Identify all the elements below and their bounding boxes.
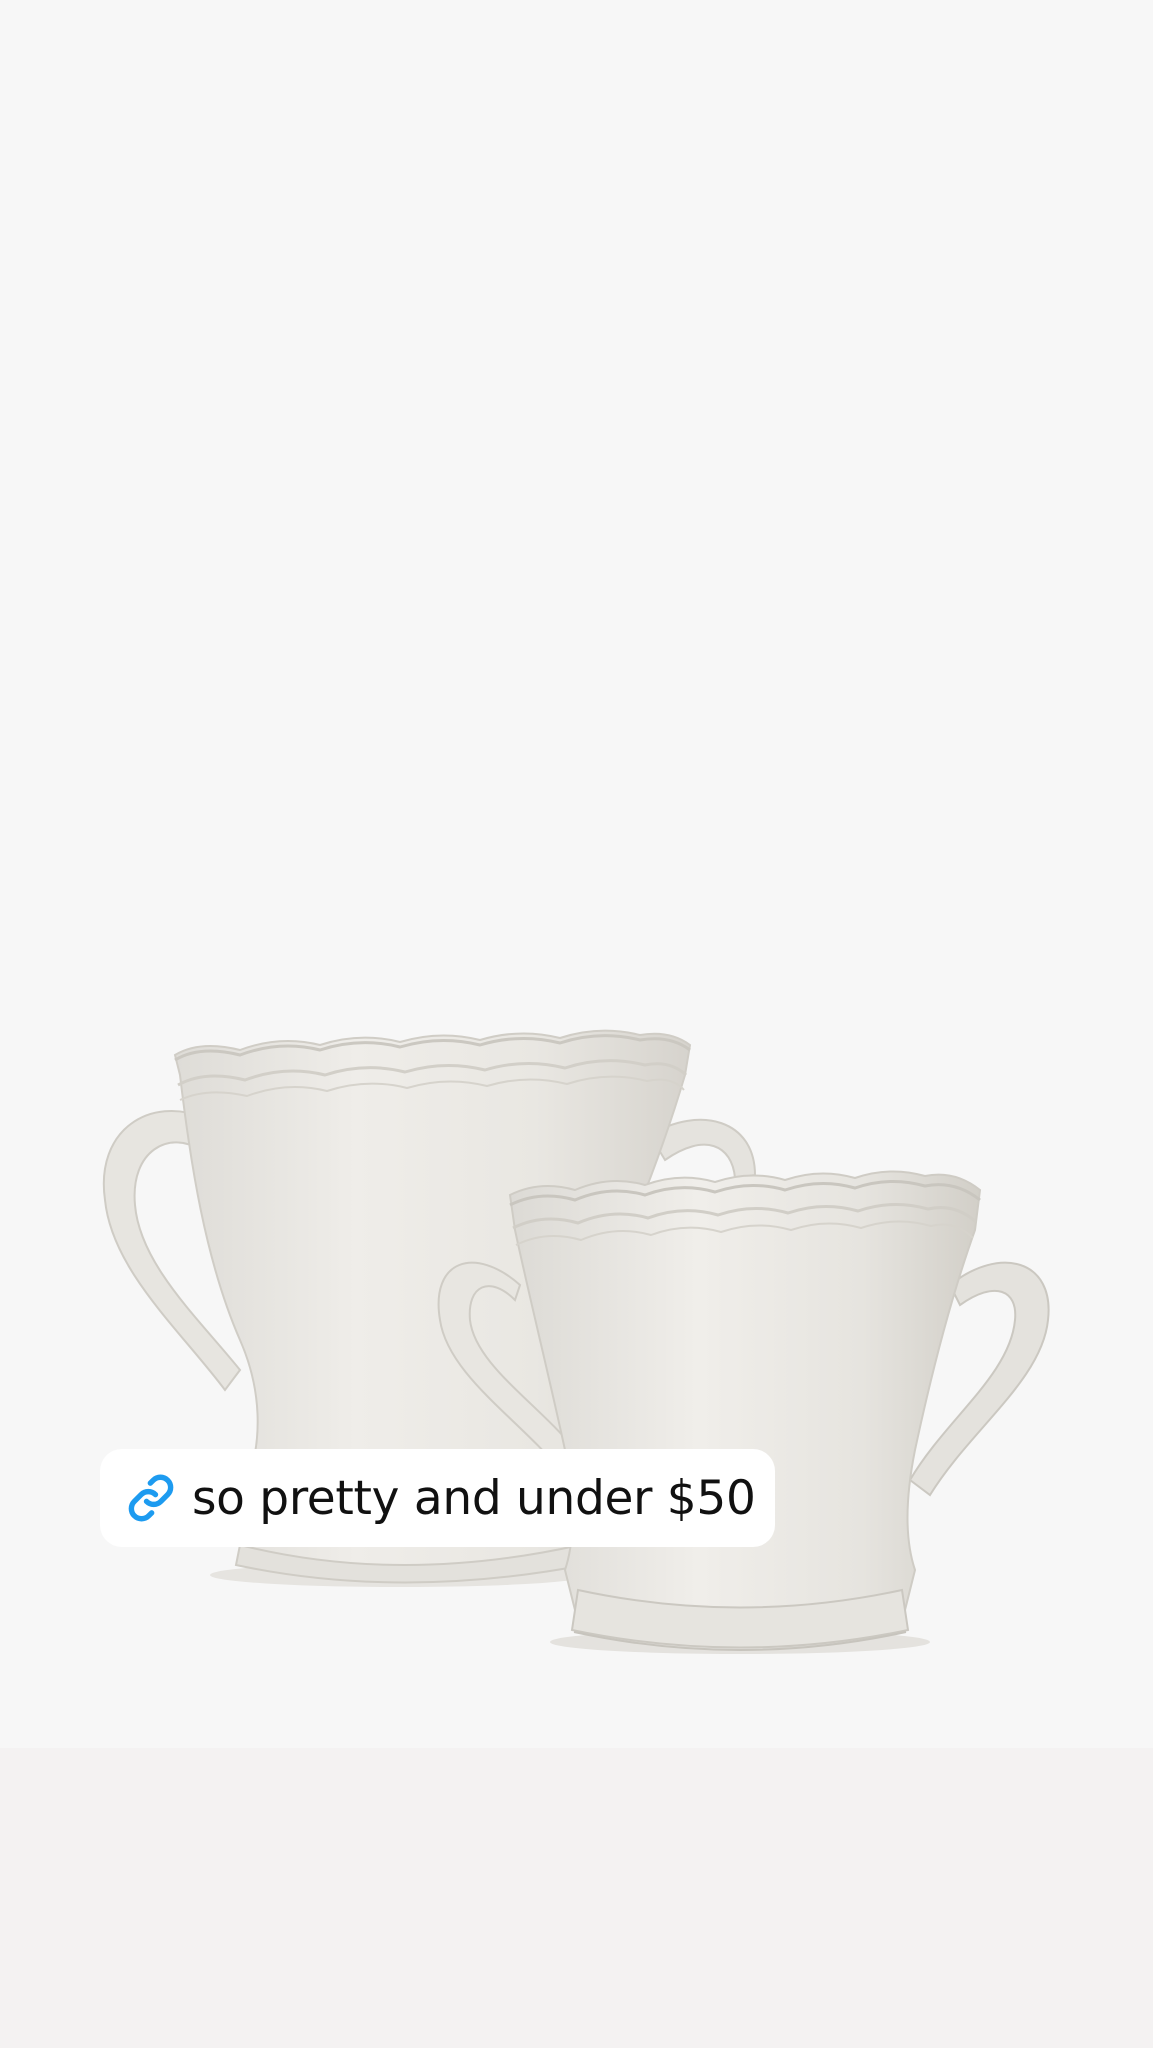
link-icon	[124, 1471, 178, 1525]
link-sticker[interactable]: so pretty and under $50	[100, 1449, 775, 1547]
link-sticker-text: so pretty and under $50	[192, 1470, 756, 1526]
lower-background	[0, 1748, 1153, 2048]
